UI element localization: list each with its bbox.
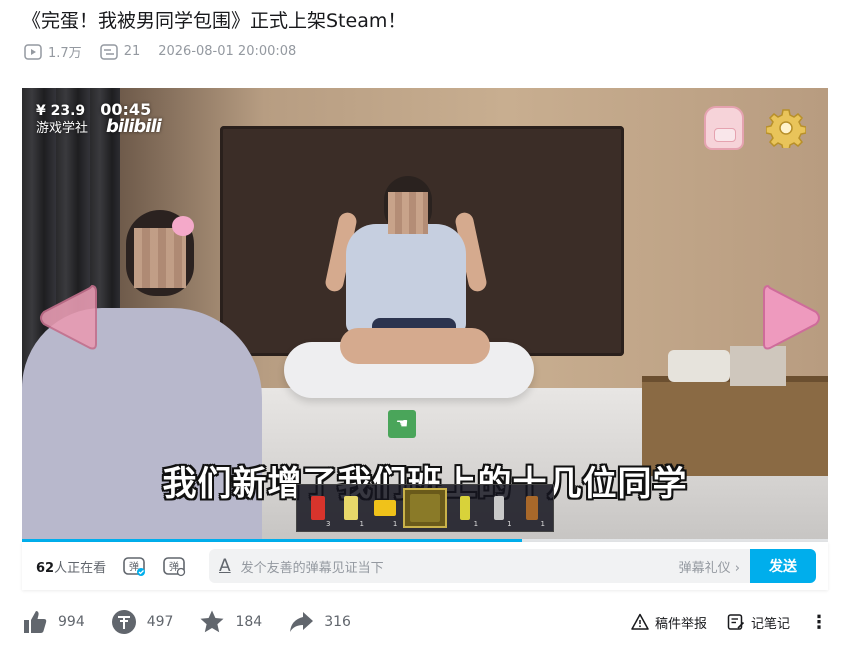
danmaku-etiquette-link[interactable]: 弹幕礼仪 › (679, 557, 740, 576)
inventory-slot-selected[interactable] (403, 488, 447, 528)
notes-button[interactable]: 记笔记 (727, 613, 790, 632)
danmaku-toggle-icon[interactable]: 弹 (122, 554, 146, 578)
danmaku-count-icon (99, 43, 118, 60)
play-count-icon (24, 43, 42, 60)
telephone (668, 350, 730, 382)
inventory-slot[interactable]: 1 (518, 488, 547, 528)
play-count: 1.7万 (24, 42, 82, 61)
danmaku-bar: 62人正在看 弹 弹 A 发个友善的弹幕见证当下 弹幕礼仪 › 发送 (22, 542, 828, 590)
share-button[interactable]: 316 (288, 609, 351, 635)
more-options-icon[interactable]: ⋮ (810, 612, 828, 633)
share-arrow-icon (290, 612, 314, 632)
hand-cursor-icon[interactable]: ☚ (388, 410, 416, 438)
font-style-icon[interactable]: A (219, 556, 231, 576)
gear-icon[interactable] (766, 108, 806, 148)
report-label: 稿件举报 (654, 616, 707, 632)
danmaku-count: 21 (99, 43, 141, 60)
blurred-face (134, 228, 186, 288)
coin-count: 497 (146, 614, 174, 630)
report-button[interactable]: 稿件举报 (631, 613, 707, 632)
note-icon (727, 614, 745, 630)
inventory-slot[interactable]: 1 (336, 488, 365, 528)
thumbs-up-icon (24, 611, 47, 633)
video-title: 《完蛋！我被男同学包围》正式上架Steam！ (22, 10, 407, 32)
inventory-slot[interactable]: 3 (303, 488, 332, 528)
notes-label: 记笔记 (750, 616, 790, 632)
inventory-slot[interactable]: 1 (451, 488, 480, 528)
arrow-right-icon[interactable] (762, 280, 824, 356)
video-player[interactable]: ¥ 23.9 00:45 游戏学社 bilibili ☚ 我们新增了我们班上的十… (22, 88, 828, 540)
like-count: 994 (58, 614, 85, 630)
danmaku-count-value: 21 (123, 44, 141, 59)
like-button[interactable]: 994 (22, 609, 85, 635)
arrow-left-icon[interactable] (36, 280, 98, 356)
favorite-count: 184 (235, 614, 263, 630)
danmaku-input[interactable]: A 发个友善的弹幕见证当下 弹幕礼仪 › (209, 549, 750, 583)
bilibili-logo: bilibili (106, 116, 162, 137)
play-count-value: 1.7万 (48, 46, 82, 61)
video-watermark: ¥ 23.9 00:45 游戏学社 bilibili (36, 100, 162, 137)
warning-icon (631, 613, 649, 630)
star-icon (200, 610, 224, 633)
hair-bow (172, 216, 194, 236)
coin-icon (111, 610, 136, 634)
inventory-slot[interactable]: 1 (370, 488, 399, 528)
viewers-count: 62人正在看 (36, 560, 107, 576)
send-danmaku-button[interactable]: 发送 (750, 549, 816, 583)
favorite-button[interactable]: 184 (199, 609, 262, 635)
blurred-face (388, 192, 428, 234)
share-count: 316 (324, 614, 351, 630)
inventory-bar[interactable]: 3 1 1 1 1 1 (296, 484, 554, 532)
danmaku-settings-icon[interactable]: 弹 (162, 554, 186, 578)
inventory-slot[interactable]: 1 (484, 488, 513, 528)
danmaku-placeholder: 发个友善的弹幕见证当下 (240, 560, 384, 576)
publish-time: 2026-08-01 20:00:08 (158, 44, 297, 59)
video-meta: 1.7万 21 2026-08-01 20:00:08 (24, 42, 314, 61)
coin-button[interactable]: 497 (111, 609, 174, 635)
video-toolbar: 994 497 184 316 稿件举报 记笔记 ⋮ (22, 604, 828, 640)
backpack-icon[interactable] (704, 106, 744, 150)
